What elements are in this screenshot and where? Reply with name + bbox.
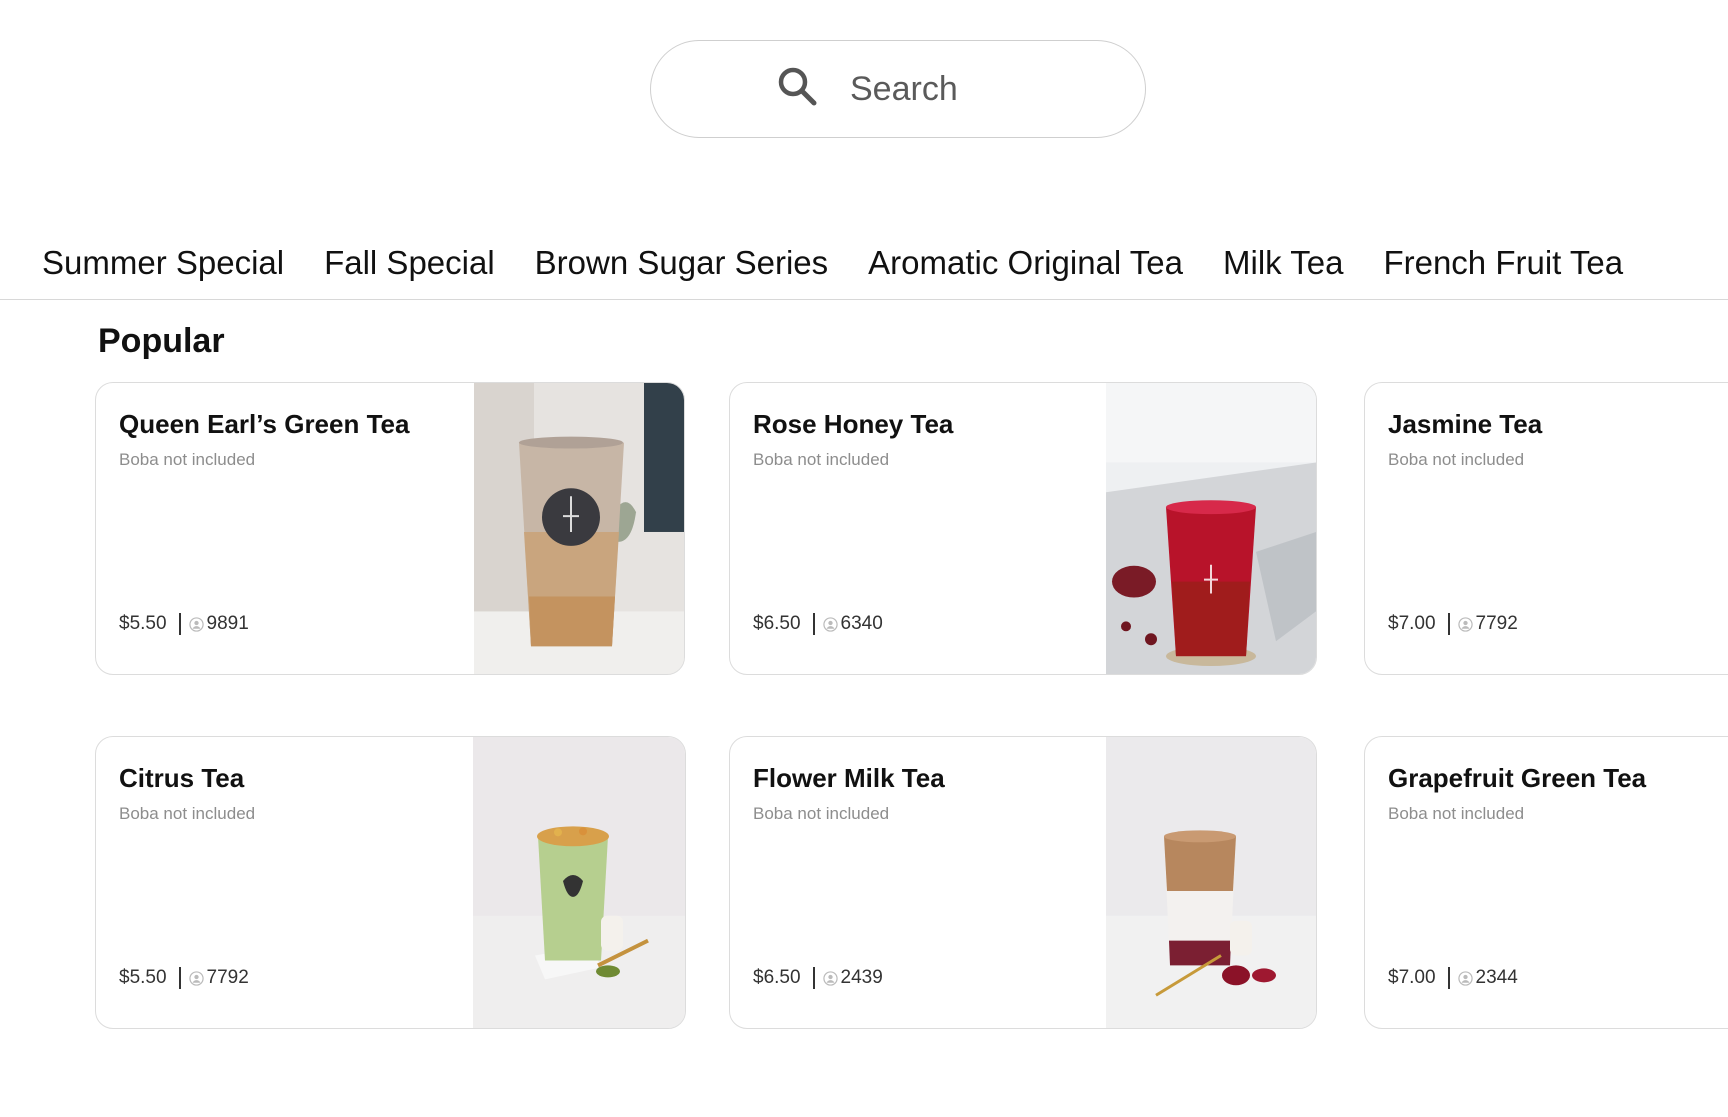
product-name: Grapefruit Green Tea	[1388, 763, 1647, 793]
product-note: Boba not included	[1388, 804, 1525, 823]
product-count: 2439	[840, 967, 883, 988]
product-card[interactable]: Rose Honey Tea Boba not included $6.50 6…	[729, 382, 1317, 675]
product-image	[1106, 737, 1316, 1028]
product-count: 9891	[206, 613, 249, 634]
product-meta: $6.50 2439	[753, 967, 883, 989]
tab-aromatic-original-tea[interactable]: Aromatic Original Tea	[868, 238, 1183, 299]
product-image	[1106, 383, 1316, 674]
section-title: Popular	[98, 322, 225, 360]
divider	[1447, 967, 1450, 989]
product-note: Boba not included	[1388, 450, 1525, 469]
product-card[interactable]: Jasmine Tea Boba not included $7.00 7792	[1364, 382, 1728, 675]
tab-fall-special[interactable]: Fall Special	[324, 238, 495, 299]
product-price: $6.50	[753, 967, 801, 988]
product-count: 7792	[206, 967, 249, 988]
product-meta: $7.00 2344	[1388, 967, 1518, 989]
category-nav: Summer Special Fall Special Brown Sugar …	[0, 238, 1728, 300]
person-icon	[822, 970, 838, 986]
product-name: Jasmine Tea	[1388, 409, 1543, 439]
divider	[812, 613, 815, 635]
search-bar[interactable]	[650, 40, 1146, 138]
product-image	[473, 737, 685, 1028]
person-icon	[1457, 970, 1473, 986]
product-count: 7792	[1475, 613, 1518, 634]
person-icon	[188, 616, 204, 632]
product-card[interactable]: Flower Milk Tea Boba not included $6.50 …	[729, 736, 1317, 1029]
person-icon	[188, 970, 204, 986]
product-name: Citrus Tea	[119, 763, 245, 793]
search-input[interactable]	[850, 69, 1020, 109]
tab-brown-sugar-series[interactable]: Brown Sugar Series	[535, 238, 828, 299]
tab-milk-tea[interactable]: Milk Tea	[1223, 238, 1343, 299]
product-meta: $5.50 7792	[119, 967, 249, 989]
tab-french-fruit-tea[interactable]: French Fruit Tea	[1383, 238, 1623, 299]
product-meta: $7.00 7792	[1388, 613, 1518, 635]
product-name: Queen Earl’s Green Tea	[119, 409, 410, 439]
product-price: $7.00	[1388, 967, 1436, 988]
product-meta: $5.50 9891	[119, 613, 249, 635]
person-icon	[822, 616, 838, 632]
product-count: 2344	[1475, 967, 1518, 988]
product-note: Boba not included	[119, 450, 256, 469]
divider	[1447, 613, 1450, 635]
product-price: $5.50	[119, 967, 167, 988]
product-note: Boba not included	[753, 804, 890, 823]
product-note: Boba not included	[753, 450, 890, 469]
tab-summer-special[interactable]: Summer Special	[42, 238, 284, 299]
divider	[812, 967, 815, 989]
divider	[178, 613, 181, 635]
product-name: Rose Honey Tea	[753, 409, 954, 439]
product-price: $5.50	[119, 613, 167, 634]
product-note: Boba not included	[119, 804, 256, 823]
product-meta: $6.50 6340	[753, 613, 883, 635]
product-price: $6.50	[753, 613, 801, 634]
product-price: $7.00	[1388, 613, 1436, 634]
product-card[interactable]: Citrus Tea Boba not included $5.50 7792	[95, 736, 686, 1029]
product-card[interactable]: Queen Earl’s Green Tea Boba not included…	[95, 382, 685, 675]
divider	[178, 967, 181, 989]
product-image	[474, 383, 684, 674]
search-icon	[776, 65, 820, 114]
product-count: 6340	[840, 613, 883, 634]
product-card[interactable]: Grapefruit Green Tea Boba not included $…	[1364, 736, 1728, 1029]
person-icon	[1457, 616, 1473, 632]
menu-page: Summer Special Fall Special Brown Sugar …	[0, 0, 1728, 1117]
product-name: Flower Milk Tea	[753, 763, 945, 793]
